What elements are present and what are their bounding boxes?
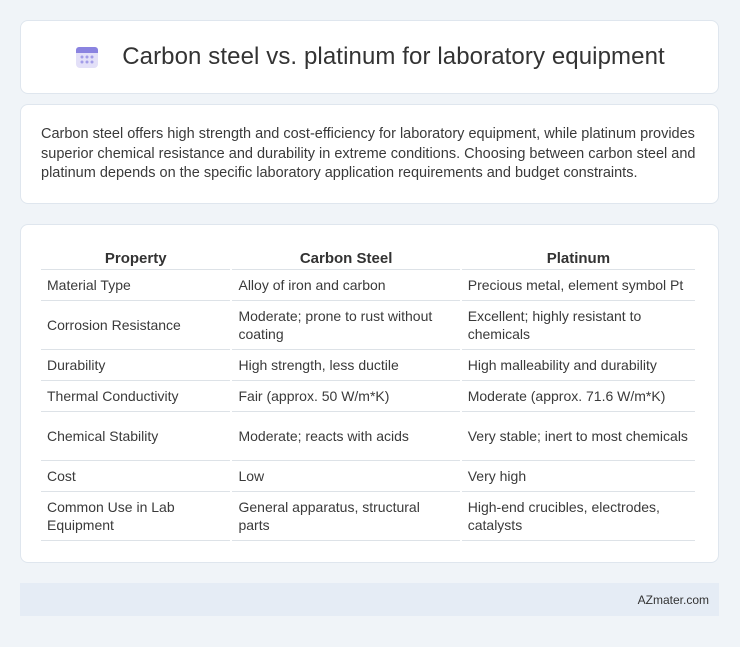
table-row: Chemical Stability Moderate; reacts with… [41, 412, 695, 461]
table-cell: Low [232, 461, 460, 492]
table-row: Material Type Alloy of iron and carbon P… [41, 270, 695, 301]
column-header-property: Property [41, 245, 231, 270]
table-cell: Alloy of iron and carbon [232, 270, 460, 301]
table-cell: Moderate; reacts with acids [232, 412, 460, 461]
comparison-table: Property Carbon Steel Platinum Material … [39, 245, 697, 541]
table-cell: Moderate; prone to rust without coating [232, 301, 460, 350]
page-title: Carbon steel vs. platinum for laboratory… [122, 43, 665, 70]
table-cell: Thermal Conductivity [41, 381, 231, 412]
footer: AZmater.com [20, 583, 719, 616]
table-cell: High strength, less ductile [232, 350, 460, 381]
comparison-table-card: Property Carbon Steel Platinum Material … [20, 224, 719, 563]
table-cell: High-end crucibles, electrodes, catalyst… [461, 492, 695, 541]
table-row: Common Use in Lab Equipment General appa… [41, 492, 695, 541]
table-row: Durability High strength, less ductile H… [41, 350, 695, 381]
calendar-icon [74, 44, 100, 70]
table-header-row: Property Carbon Steel Platinum [41, 245, 695, 270]
table-cell: General apparatus, structural parts [232, 492, 460, 541]
table-cell: Excellent; highly resistant to chemicals [461, 301, 695, 350]
column-header-platinum: Platinum [461, 245, 695, 270]
title-card: Carbon steel vs. platinum for laboratory… [20, 20, 719, 94]
intro-text: Carbon steel offers high strength and co… [41, 126, 696, 181]
table-cell: Precious metal, element symbol Pt [461, 270, 695, 301]
table-cell: Very stable; inert to most chemicals [461, 412, 695, 461]
intro-card: Carbon steel offers high strength and co… [20, 104, 719, 204]
table-cell: Very high [461, 461, 695, 492]
table-cell: Cost [41, 461, 231, 492]
footer-site-link[interactable]: AZmater.com [638, 593, 709, 607]
table-cell: Fair (approx. 50 W/m*K) [232, 381, 460, 412]
table-cell: Moderate (approx. 71.6 W/m*K) [461, 381, 695, 412]
table-row: Thermal Conductivity Fair (approx. 50 W/… [41, 381, 695, 412]
table-row: Cost Low Very high [41, 461, 695, 492]
table-row: Corrosion Resistance Moderate; prone to … [41, 301, 695, 350]
table-cell: Chemical Stability [41, 412, 231, 461]
table-cell: Corrosion Resistance [41, 301, 231, 350]
table-cell: High malleability and durability [461, 350, 695, 381]
column-header-carbon-steel: Carbon Steel [232, 245, 460, 270]
table-cell: Common Use in Lab Equipment [41, 492, 231, 541]
table-cell: Material Type [41, 270, 231, 301]
table-cell: Durability [41, 350, 231, 381]
